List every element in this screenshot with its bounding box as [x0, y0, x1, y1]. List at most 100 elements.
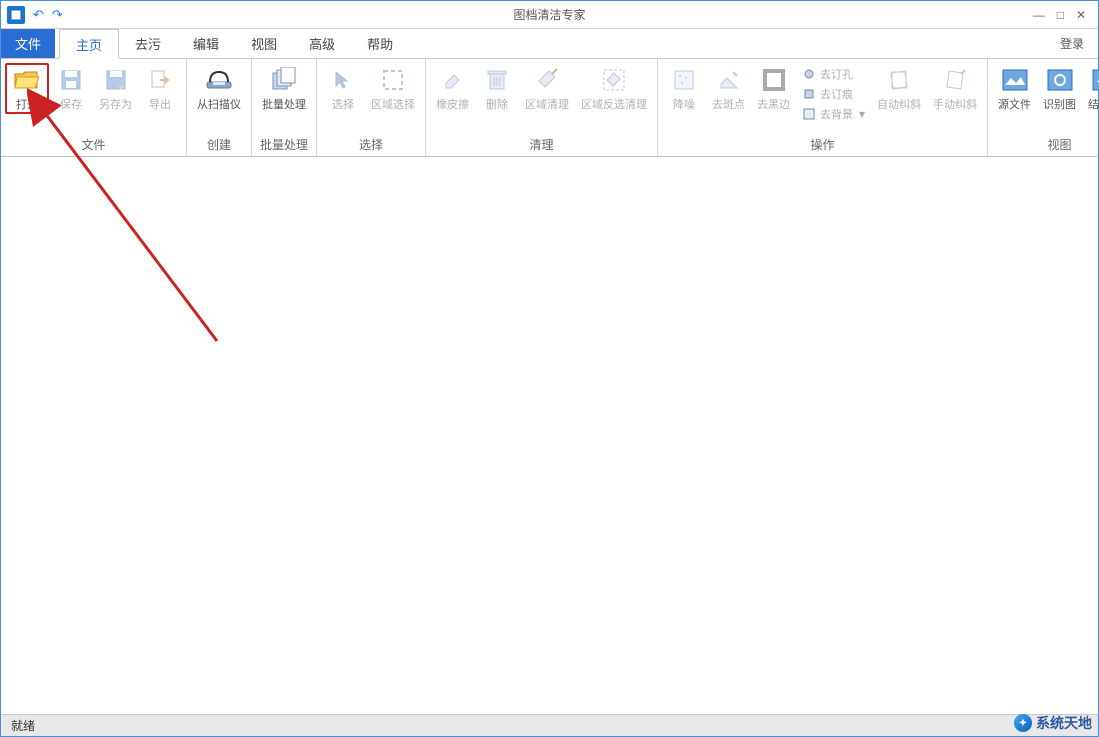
export-button[interactable]: 导出 [138, 63, 182, 114]
group-file-label: 文件 [5, 134, 182, 154]
tab-edit[interactable]: 编辑 [177, 29, 235, 58]
select-button[interactable]: 选择 [321, 63, 365, 114]
group-operate-label: 操作 [662, 134, 983, 154]
despeckle-icon [714, 65, 744, 95]
denoise-button[interactable]: 降噪 [662, 63, 706, 114]
manualskew-icon [940, 65, 970, 95]
group-select: 选择 区域选择 选择 [317, 59, 426, 156]
dehole-button[interactable]: 去订孔 [798, 65, 869, 83]
status-bar: 就绪 [1, 714, 1098, 736]
batch-icon [269, 65, 299, 95]
maximize-button[interactable]: □ [1057, 8, 1064, 22]
eraser-button[interactable]: 橡皮擦 [430, 63, 475, 114]
app-title: 图档清洁专家 [1, 6, 1098, 23]
save-icon [56, 65, 86, 95]
debg-button[interactable]: 去背景 ▾ [798, 105, 869, 123]
tab-file[interactable]: 文件 [1, 29, 55, 58]
deblack-button[interactable]: 去黑边 [751, 63, 796, 114]
pointer-icon [328, 65, 358, 95]
area-clean-label: 区域清理 [525, 99, 569, 112]
saveas-icon [101, 65, 131, 95]
saveas-label: 另存为 [99, 99, 132, 112]
autoskew-icon [884, 65, 914, 95]
area-invert-clean-label: 区域反选清理 [581, 99, 647, 112]
scanner-icon [204, 65, 234, 95]
trash-icon [482, 65, 512, 95]
watermark-icon: ✦ [1014, 714, 1032, 732]
group-operate: 降噪 去斑点 去黑边 去订孔 去订痕 去背景 ▾ [658, 59, 988, 156]
content-area [1, 157, 1098, 715]
recognize-view-button[interactable]: 识别图 [1037, 63, 1082, 114]
group-select-label: 选择 [321, 134, 421, 154]
title-bar: ↶ ↷ 图档清洁专家 — □ ✕ [1, 1, 1098, 29]
group-clean: 橡皮擦 删除 区域清理 区域反选清理 清理 [426, 59, 658, 156]
broom-invert-icon [599, 65, 629, 95]
tab-help[interactable]: 帮助 [351, 29, 409, 58]
group-file: 打开 保存 另存为 导出 文件 [1, 59, 187, 156]
area-select-button[interactable]: 区域选择 [365, 63, 421, 114]
result-view-button[interactable]: 结果图 [1082, 63, 1099, 114]
source-image-icon [1000, 65, 1030, 95]
area-clean-button[interactable]: 区域清理 [519, 63, 575, 114]
delete-button[interactable]: 删除 [475, 63, 519, 114]
close-button[interactable]: ✕ [1076, 8, 1086, 22]
area-invert-clean-button[interactable]: 区域反选清理 [575, 63, 653, 114]
broom-icon [532, 65, 562, 95]
chevron-down-icon: ▾ [859, 107, 865, 121]
tab-clean[interactable]: 去污 [119, 29, 177, 58]
menu-strip: 文件 主页 去污 编辑 视图 高级 帮助 登录 [1, 29, 1098, 59]
tab-home[interactable]: 主页 [59, 29, 119, 59]
open-button[interactable]: 打开 [5, 63, 49, 114]
manualskew-button[interactable]: 手动纠斜 [927, 63, 983, 114]
despeckle-button[interactable]: 去斑点 [706, 63, 751, 114]
qat: ↶ ↷ [1, 6, 63, 24]
tab-advanced[interactable]: 高级 [293, 29, 351, 58]
deblack-label: 去黑边 [757, 99, 790, 112]
group-create-label: 创建 [191, 134, 247, 154]
save-label: 保存 [60, 99, 82, 112]
tab-view[interactable]: 视图 [235, 29, 293, 58]
denoise-icon [669, 65, 699, 95]
result-view-label: 结果图 [1088, 99, 1099, 112]
debg-label: 去背景 [820, 106, 853, 122]
dehole2-icon [802, 87, 816, 101]
debg-icon [802, 107, 816, 121]
denoise-label: 降噪 [673, 99, 695, 112]
eraser-icon [438, 65, 468, 95]
undo-icon[interactable]: ↶ [33, 7, 44, 23]
scanner-button[interactable]: 从扫描仪 [191, 63, 247, 114]
dehole2-button[interactable]: 去订痕 [798, 85, 869, 103]
source-view-button[interactable]: 源文件 [992, 63, 1037, 114]
group-batch-label: 批量处理 [256, 134, 312, 154]
save-button[interactable]: 保存 [49, 63, 93, 114]
minimize-button[interactable]: — [1033, 8, 1045, 22]
login-link[interactable]: 登录 [1046, 29, 1098, 58]
watermark-text: 系统天地 [1036, 713, 1092, 733]
redo-icon[interactable]: ↷ [52, 7, 63, 23]
watermark: ✦ 系统天地 [1014, 713, 1092, 733]
deblack-icon [759, 65, 789, 95]
ribbon: 打开 保存 另存为 导出 文件 [1, 59, 1098, 157]
recognize-image-icon [1045, 65, 1075, 95]
autoskew-button[interactable]: 自动纠斜 [871, 63, 927, 114]
autoskew-label: 自动纠斜 [877, 99, 921, 112]
group-clean-label: 清理 [430, 134, 653, 154]
export-label: 导出 [149, 99, 171, 112]
dehole-label: 去订孔 [820, 66, 853, 82]
group-view-label: 视图 [992, 134, 1099, 154]
status-ready: 就绪 [11, 717, 35, 734]
area-select-icon [378, 65, 408, 95]
delete-label: 删除 [486, 99, 508, 112]
recognize-view-label: 识别图 [1043, 99, 1076, 112]
dehole2-label: 去订痕 [820, 86, 853, 102]
dehole-icon [802, 67, 816, 81]
operate-small-stack: 去订孔 去订痕 去背景 ▾ [796, 63, 871, 125]
source-view-label: 源文件 [998, 99, 1031, 112]
batch-button[interactable]: 批量处理 [256, 63, 312, 114]
despeckle-label: 去斑点 [712, 99, 745, 112]
export-icon [145, 65, 175, 95]
result-image-icon [1090, 65, 1099, 95]
saveas-button[interactable]: 另存为 [93, 63, 138, 114]
scanner-label: 从扫描仪 [197, 99, 241, 112]
group-view: 源文件 识别图 结果图 视图 [988, 59, 1099, 156]
